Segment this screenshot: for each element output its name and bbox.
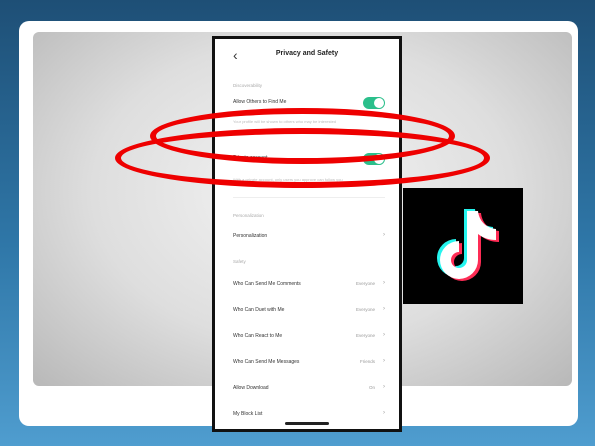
chevron-right-icon: › (383, 358, 385, 364)
chevron-right-icon: › (383, 232, 385, 238)
chevron-right-icon: › (383, 384, 385, 390)
duet-row[interactable]: Who Can Duet with Me Everyone › (233, 305, 385, 317)
highlight-ring-bottom (115, 128, 490, 188)
row-value: On (368, 385, 375, 390)
block-list-row[interactable]: My Block List › (233, 409, 385, 421)
row-label: Allow Download (233, 385, 269, 391)
messages-row[interactable]: Who Can Send Me Messages Friends › (233, 357, 385, 369)
row-label: My Block List (233, 411, 263, 417)
row-label: Who Can React to Me (233, 333, 283, 339)
tiktok-logo-icon (403, 188, 523, 304)
chevron-right-icon: › (383, 332, 385, 338)
download-row[interactable]: Allow Download On › (233, 383, 385, 395)
top-bar: ‹ Privacy and Safety (215, 45, 399, 69)
row-value: Friends (359, 359, 375, 364)
row-value: Everyone (355, 281, 375, 286)
chevron-right-icon: › (383, 280, 385, 286)
personalization-header: Personalization (233, 213, 264, 218)
row-label: Who Can Send Me Comments (233, 281, 301, 287)
discoverability-header: Discoverability (233, 83, 263, 88)
comments-row[interactable]: Who Can Send Me Comments Everyone › (233, 279, 385, 291)
row-value: Everyone (355, 333, 375, 338)
toggle-knob (374, 98, 384, 108)
phone-screenshot: ‹ Privacy and Safety Discoverability All… (212, 36, 402, 432)
chevron-right-icon: › (383, 306, 385, 312)
safety-header: Safety (233, 259, 246, 264)
react-row[interactable]: Who Can React to Me Everyone › (233, 331, 385, 343)
page-title: Privacy and Safety (275, 50, 339, 57)
row-label: Who Can Duet with Me (233, 307, 285, 313)
divider (233, 197, 385, 198)
allow-find-label: Allow Others to Find Me (233, 99, 287, 105)
row-label: Who Can Send Me Messages (233, 359, 300, 365)
personalization-label: Personalization (233, 233, 268, 239)
personalization-row[interactable]: Personalization › (233, 231, 385, 243)
row-value: Everyone (355, 307, 375, 312)
home-indicator (285, 422, 329, 425)
allow-find-toggle[interactable] (363, 97, 385, 109)
chevron-right-icon: › (383, 410, 385, 416)
